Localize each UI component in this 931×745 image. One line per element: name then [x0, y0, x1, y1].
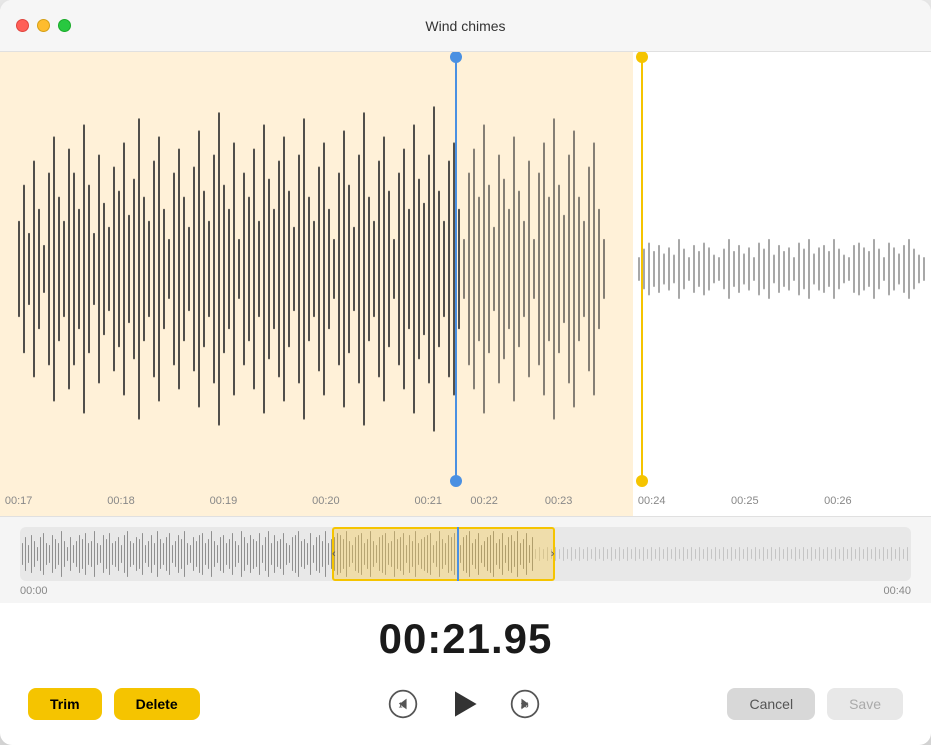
time-tick-17: 00:17 — [5, 495, 33, 507]
skip-forward-icon: 15 — [509, 688, 541, 720]
controls-right: Cancel Save — [727, 688, 903, 720]
overview-start-time: 00:00 — [20, 585, 48, 597]
close-button[interactable] — [16, 19, 29, 32]
time-tick-20: 00:20 — [312, 495, 340, 507]
trim-left-handle[interactable]: ‹ — [326, 546, 342, 562]
cancel-button[interactable]: Cancel — [727, 688, 815, 720]
time-tick-26: 00:26 — [824, 495, 852, 507]
overview-end-time: 00:40 — [883, 585, 911, 597]
minimize-button[interactable] — [37, 19, 50, 32]
controls-center: 15 15 — [384, 685, 544, 723]
play-icon — [446, 686, 482, 722]
svg-text:15: 15 — [520, 702, 528, 710]
time-display: 00:21.95 — [0, 603, 931, 671]
svg-text:15: 15 — [398, 702, 406, 710]
delete-button[interactable]: Delete — [114, 688, 200, 720]
traffic-lights — [16, 19, 71, 32]
trim-button[interactable]: Trim — [28, 688, 102, 720]
skip-back-icon: 15 — [387, 688, 419, 720]
overview-playhead[interactable] — [457, 527, 459, 581]
time-ruler: 00:17 00:18 00:19 00:20 00:21 00:22 00:2… — [0, 486, 931, 516]
bottom-controls: Trim Delete 15 — [0, 671, 931, 745]
overview-selected-region[interactable]: ‹ › — [332, 527, 555, 581]
titlebar: Wind chimes — [0, 0, 931, 52]
overview-waveform[interactable]: ‹ › — [20, 527, 911, 581]
main-waveform-area[interactable]: 00:17 00:18 00:19 00:20 00:21 00:22 00:2… — [0, 52, 931, 516]
time-tick-25: 00:25 — [731, 495, 759, 507]
overview-timestamps: 00:00 00:40 — [20, 581, 911, 597]
skip-forward-button[interactable]: 15 — [506, 685, 544, 723]
playhead-bottom-dot — [450, 475, 462, 487]
waveform-display[interactable] — [0, 52, 931, 486]
play-button[interactable] — [446, 686, 482, 722]
app-window: Wind chimes — [0, 0, 931, 745]
trim-handle[interactable] — [641, 52, 643, 486]
trim-bottom-dot — [636, 475, 648, 487]
save-button: Save — [827, 688, 903, 720]
time-tick-18: 00:18 — [107, 495, 135, 507]
waveform-svg — [0, 52, 931, 486]
window-title: Wind chimes — [425, 18, 505, 34]
time-tick-22: 00:22 — [470, 495, 498, 507]
overview-section: ‹ › 00:00 00:40 — [0, 516, 931, 603]
playhead[interactable] — [455, 52, 457, 486]
current-time: 00:21.95 — [379, 615, 553, 662]
time-tick-24: 00:24 — [638, 495, 666, 507]
time-tick-23: 00:23 — [545, 495, 573, 507]
time-tick-19: 00:19 — [210, 495, 238, 507]
trim-right-handle[interactable]: › — [545, 546, 561, 562]
controls-left: Trim Delete — [28, 688, 200, 720]
maximize-button[interactable] — [58, 19, 71, 32]
skip-back-button[interactable]: 15 — [384, 685, 422, 723]
time-tick-21: 00:21 — [414, 495, 442, 507]
